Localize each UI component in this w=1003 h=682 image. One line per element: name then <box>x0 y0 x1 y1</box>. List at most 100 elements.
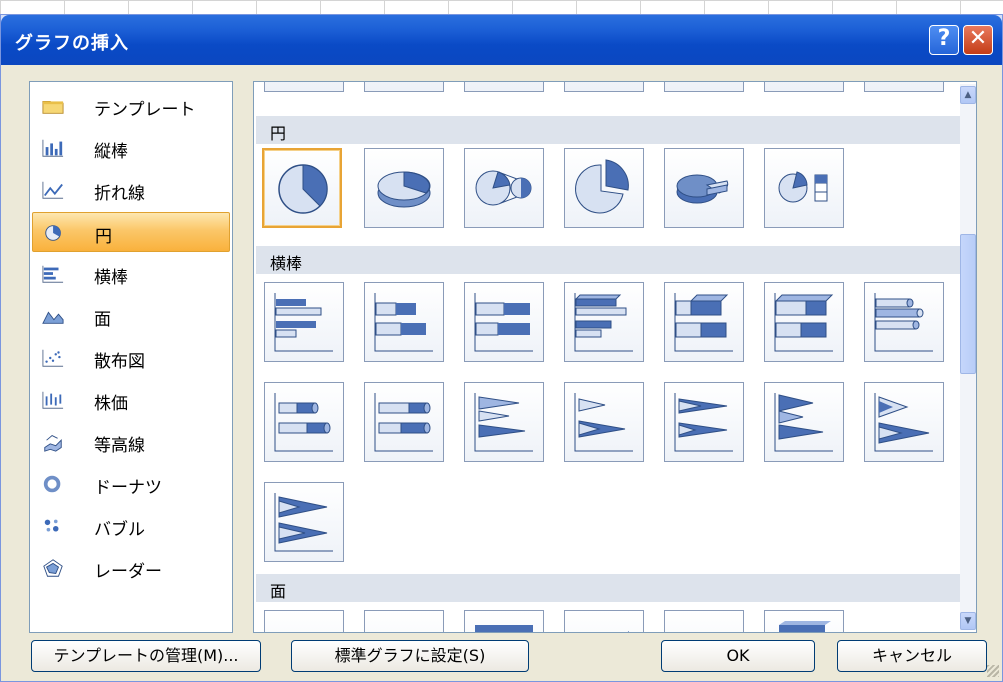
category-label: 株価 <box>94 394 128 414</box>
chart-type-tile-exploded-pie[interactable] <box>564 148 644 228</box>
category-item-line[interactable]: 折れ線 <box>32 170 230 210</box>
chart-type-tile-pie-of-pie[interactable] <box>464 148 544 228</box>
bar-of-pie-chart-icon <box>778 171 828 203</box>
section-header-area: 面 <box>256 574 962 602</box>
help-button[interactable]: ? <box>929 25 959 55</box>
area-chart-icon <box>42 311 64 324</box>
title-bar: グラフの挿入 ? ✕ <box>1 15 1002 65</box>
chart-type-tile-100-stacked-cylinder-bar[interactable] <box>364 382 444 462</box>
chart-type-tile-3d-pie[interactable] <box>364 148 444 228</box>
chart-type-tile-bar-of-pie[interactable] <box>764 148 844 228</box>
chart-type-tile-clustered-bar[interactable] <box>264 282 344 362</box>
line-chart-icon <box>42 181 64 199</box>
close-button[interactable]: ✕ <box>963 25 993 55</box>
chart-type-tile-3d-100-stacked-bar[interactable] <box>764 282 844 362</box>
chart-type-tile[interactable] <box>464 82 544 92</box>
stacked-cylinder-bar-chart-icon <box>274 393 333 452</box>
chart-type-tile-stacked-pyramid-bar[interactable] <box>864 382 944 462</box>
area-chart-icon <box>475 625 533 632</box>
chart-type-tile[interactable] <box>764 82 844 92</box>
category-item-doughnut[interactable]: ドーナツ <box>32 464 230 504</box>
category-label: レーダー <box>94 562 162 582</box>
cylinder-bar-chart-icon <box>874 293 933 352</box>
chart-type-tile-exploded-3d-pie[interactable] <box>664 148 744 228</box>
pie-chart-icon <box>278 164 328 214</box>
chart-type-tile-3d-clustered-bar[interactable] <box>564 282 644 362</box>
chart-type-tile-area[interactable] <box>264 610 344 632</box>
chart-subtype-gallery: 円 横棒 面 ▲ ▼ <box>253 81 977 633</box>
resize-grip[interactable] <box>987 665 999 677</box>
chart-type-tile-clustered-cone-bar[interactable] <box>464 382 544 462</box>
set-default-chart-button[interactable]: 標準グラフに設定(S) <box>291 640 529 672</box>
stacked-3d-bar-chart-icon <box>674 293 733 352</box>
chart-type-tile-area[interactable] <box>564 610 644 632</box>
chart-type-tile-clustered-cylinder-bar[interactable] <box>864 282 944 362</box>
category-item-template[interactable]: テンプレート <box>32 86 230 126</box>
stacked-pyramid-bar-chart-icon <box>874 393 933 452</box>
manage-templates-button[interactable]: テンプレートの管理(M)... <box>31 640 261 672</box>
category-item-radar[interactable]: レーダー <box>32 548 230 588</box>
percent-stacked-pyramid-bar-chart-icon <box>274 493 333 552</box>
category-item-bar[interactable]: 横棒 <box>32 254 230 294</box>
chart-type-tile-clustered-pyramid-bar[interactable] <box>764 382 844 462</box>
chart-type-tile[interactable] <box>864 82 944 92</box>
category-item-column[interactable]: 縦棒 <box>32 128 230 168</box>
category-item-area[interactable]: 面 <box>32 296 230 336</box>
category-label: ドーナツ <box>94 478 162 498</box>
insert-chart-dialog: グラフの挿入 ? ✕ テンプレート 縦棒 折れ線 円 横棒 面 散布図 株価 等… <box>0 14 1003 682</box>
section-header-bar: 横棒 <box>256 246 962 274</box>
gallery-scrollbar[interactable]: ▲ ▼ <box>960 84 976 630</box>
chart-type-tile[interactable] <box>364 82 444 92</box>
exploded-pie-chart-icon <box>575 159 629 214</box>
dialog-body: テンプレート 縦棒 折れ線 円 横棒 面 散布図 株価 等高線 ドーナツ バブル… <box>1 65 1002 681</box>
chart-type-tile-area[interactable] <box>764 610 844 632</box>
section-header-pie: 円 <box>256 116 962 144</box>
category-label: 横棒 <box>94 268 128 288</box>
chart-type-tile[interactable] <box>664 82 744 92</box>
category-item-surface[interactable]: 等高線 <box>32 422 230 462</box>
stock-chart-icon <box>42 391 64 409</box>
percent-stacked-cylinder-bar-chart-icon <box>374 393 433 452</box>
category-label: 縦棒 <box>94 142 128 162</box>
chart-type-tile-area[interactable] <box>664 610 744 632</box>
category-item-pie[interactable]: 円 <box>32 212 230 252</box>
category-item-stock[interactable]: 株価 <box>32 380 230 420</box>
category-label: 円 <box>95 227 112 247</box>
category-label: バブル <box>94 520 145 540</box>
chart-type-tile-stacked-cylinder-bar[interactable] <box>264 382 344 462</box>
radar-chart-icon <box>43 559 63 577</box>
category-item-scatter[interactable]: 散布図 <box>32 338 230 378</box>
chart-type-tile-stacked-cone-bar[interactable] <box>564 382 644 462</box>
scroll-thumb[interactable] <box>960 234 976 374</box>
area-chart-icon <box>371 617 437 633</box>
chart-type-tile-area[interactable] <box>464 610 544 632</box>
dialog-title: グラフの挿入 <box>15 33 129 54</box>
column-chart-icon <box>42 139 64 157</box>
pie-3d-chart-icon <box>377 171 431 208</box>
area-chart-icon <box>627 631 629 632</box>
scatter-chart-icon <box>42 349 64 367</box>
chart-type-tile-100-stacked-pyramid-bar[interactable] <box>264 482 344 562</box>
folder-icon <box>42 100 64 114</box>
scroll-up-button[interactable]: ▲ <box>960 86 976 104</box>
chart-type-tile-3d-stacked-bar[interactable] <box>664 282 744 362</box>
ok-button[interactable]: OK <box>661 640 815 672</box>
chart-type-tile-pie[interactable] <box>262 148 342 228</box>
category-label: 折れ線 <box>94 184 145 204</box>
category-item-bubble[interactable]: バブル <box>32 506 230 546</box>
surface-chart-icon <box>44 435 62 452</box>
chart-type-tile-100-stacked-bar[interactable] <box>464 282 544 362</box>
chart-type-tile-100-stacked-cone-bar[interactable] <box>664 382 744 462</box>
clustered-3d-bar-chart-icon <box>574 293 633 352</box>
stacked-bar-chart-icon <box>374 293 433 352</box>
cancel-button[interactable]: キャンセル <box>837 640 987 672</box>
chart-type-tile-area[interactable] <box>364 610 444 633</box>
chart-type-tile[interactable] <box>564 82 644 92</box>
chart-type-tile[interactable] <box>264 82 344 92</box>
scroll-down-button[interactable]: ▼ <box>960 612 976 630</box>
doughnut-chart-icon <box>43 475 61 493</box>
area-chart-icon <box>779 621 831 632</box>
chart-type-tile-stacked-bar[interactable] <box>364 282 444 362</box>
category-label: 散布図 <box>94 352 145 372</box>
category-label: 等高線 <box>94 436 145 456</box>
